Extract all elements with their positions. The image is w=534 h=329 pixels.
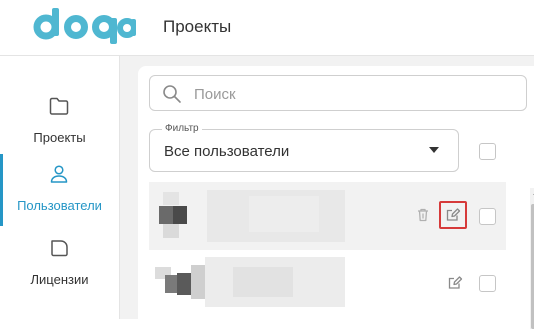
user-row[interactable] [149, 182, 506, 250]
sidebar-item-licenses[interactable]: Лицензии [0, 228, 119, 300]
search-input[interactable] [192, 82, 516, 106]
edit-button-highlight [439, 201, 467, 229]
sidebar-item-label: Проекты [33, 130, 86, 145]
select-all-checkbox[interactable] [479, 143, 496, 160]
top-bar: Проекты [0, 0, 534, 56]
list-scrollbar[interactable] [530, 188, 534, 329]
folder-icon [49, 97, 69, 115]
trash-icon[interactable] [415, 207, 431, 223]
row-checkbox[interactable] [479, 208, 496, 225]
sidebar-item-label: Пользователи [17, 198, 102, 213]
redacted-avatar [173, 206, 187, 224]
redacted-user-name [249, 196, 319, 232]
search-box[interactable] [149, 75, 527, 111]
row-checkbox[interactable] [479, 275, 496, 292]
filter-label: Фильтр [162, 123, 202, 135]
license-icon [51, 240, 68, 257]
app-logo[interactable] [32, 5, 137, 52]
redacted-avatar [165, 275, 177, 293]
search-icon [163, 85, 181, 103]
redacted-avatar [191, 265, 205, 299]
user-icon [50, 165, 68, 183]
redacted-avatar [159, 206, 173, 224]
redacted-user-name [233, 267, 293, 297]
edit-icon[interactable] [447, 275, 463, 291]
sidebar: Проекты Пользователи Лицензии [0, 56, 120, 319]
users-panel: Фильтр Все пользователи [138, 66, 534, 329]
redacted-avatar [177, 273, 191, 295]
user-filter-select[interactable]: Фильтр Все пользователи [149, 123, 459, 172]
redacted-avatar [163, 224, 179, 238]
sidebar-item-label: Лицензии [30, 272, 89, 287]
active-indicator [0, 154, 3, 226]
user-row[interactable] [149, 251, 506, 319]
page-title: Проекты [163, 17, 232, 36]
main-content: Фильтр Все пользователи [120, 56, 534, 329]
chevron-down-icon [429, 147, 439, 153]
sidebar-item-users[interactable]: Пользователи [0, 154, 119, 226]
doqa-logo [33, 8, 137, 44]
redacted-avatar [163, 192, 179, 205]
filter-selected-value: Все пользователи [164, 143, 290, 160]
sidebar-item-projects[interactable]: Проекты [0, 86, 119, 158]
